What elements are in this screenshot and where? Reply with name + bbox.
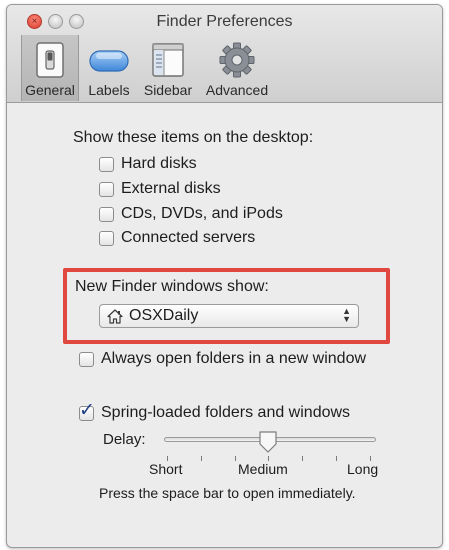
tab-advanced-label: Advanced — [205, 82, 269, 98]
checkmark-icon: ✓ — [79, 399, 95, 421]
spring-loaded-option[interactable]: ✓ Spring-loaded folders and windows — [79, 400, 351, 423]
spring-loaded-label: Spring-loaded folders and windows — [101, 404, 351, 421]
finder-preferences-window: × Finder Preferences General Labels Side… — [6, 4, 443, 548]
connected-servers-label: Connected servers — [121, 229, 256, 246]
home-icon — [107, 308, 123, 324]
slider-tick — [235, 456, 236, 461]
cds-dvds-ipods-label: CDs, DVDs, and iPods — [121, 205, 283, 222]
external-disks-checkbox[interactable] — [99, 181, 114, 197]
hard-disks-label: Hard disks — [121, 155, 197, 172]
new-window-popup[interactable]: OSXDaily ▲ ▼ — [99, 304, 359, 328]
always-open-label: Always open folders in a new window — [101, 350, 367, 367]
tab-sidebar[interactable]: Sidebar — [139, 35, 197, 101]
tab-labels[interactable]: Labels — [83, 35, 135, 101]
tab-sidebar-label: Sidebar — [143, 82, 193, 98]
tick-label-medium: Medium — [238, 461, 288, 477]
connected-servers-option[interactable]: Connected servers — [99, 228, 255, 248]
desktop-items-heading: Show these items on the desktop: — [73, 129, 314, 146]
external-disks-label: External disks — [121, 180, 221, 197]
spring-loaded-checkbox[interactable]: ✓ — [79, 400, 95, 421]
delay-label: Delay: — [103, 431, 146, 448]
tick-label-short: Short — [149, 461, 183, 477]
tab-general[interactable]: General — [21, 35, 79, 101]
spring-loaded-hint: Press the space bar to open immediately. — [99, 485, 356, 501]
slider-tick — [336, 456, 337, 461]
cds-dvds-ipods-checkbox[interactable] — [99, 206, 114, 222]
cds-dvds-ipods-option[interactable]: CDs, DVDs, and iPods — [99, 204, 283, 224]
always-open-checkbox[interactable] — [79, 351, 94, 367]
general-switch-icon — [36, 42, 64, 78]
hard-disks-checkbox[interactable] — [99, 156, 114, 172]
new-window-heading: New Finder windows show: — [75, 278, 269, 295]
new-window-selected-value: OSXDaily — [129, 307, 199, 324]
always-open-option[interactable]: Always open folders in a new window — [79, 349, 366, 369]
slider-tick — [201, 456, 202, 461]
sidebar-window-icon — [152, 43, 184, 77]
labels-pill-icon — [89, 50, 129, 72]
tick-label-long: Long — [347, 461, 379, 477]
tab-general-label: General — [25, 82, 75, 98]
tab-advanced[interactable]: Advanced — [201, 35, 273, 101]
window-title: Finder Preferences — [156, 13, 293, 30]
external-disks-option[interactable]: External disks — [99, 179, 221, 199]
tab-labels-label: Labels — [88, 82, 130, 98]
toolbar: × Finder Preferences General Labels Side… — [7, 5, 442, 103]
slider-tick — [302, 456, 303, 461]
popup-arrows-icon: ▲ ▼ — [342, 306, 351, 324]
hard-disks-option[interactable]: Hard disks — [99, 154, 197, 174]
gear-icon — [219, 42, 255, 78]
delay-slider-knob[interactable] — [258, 430, 278, 454]
connected-servers-checkbox[interactable] — [99, 230, 114, 246]
